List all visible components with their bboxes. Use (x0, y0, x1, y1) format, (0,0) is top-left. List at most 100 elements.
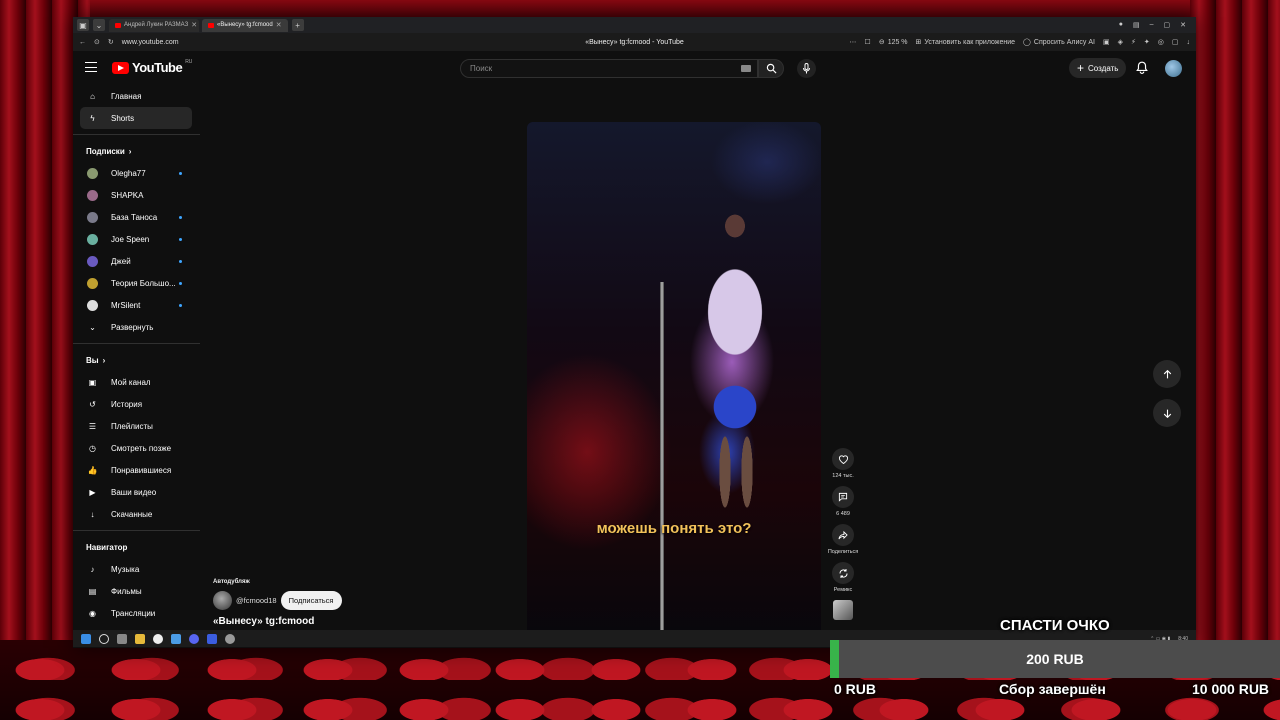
remix-action[interactable]: Ремикс (824, 562, 862, 593)
forward-icon[interactable]: ⊙ (94, 38, 100, 46)
create-button[interactable]: + Создать (1069, 58, 1127, 78)
extension-icon[interactable]: ▣ (1103, 38, 1110, 46)
sidebar-item[interactable]: ▶ Ваши видео (73, 481, 200, 503)
sidebar-item-label: Joe Speen (111, 234, 150, 244)
minimize-button[interactable]: – (1150, 21, 1154, 29)
app-icon[interactable] (171, 633, 181, 644)
install-app-button[interactable]: ⊞ Установить как приложение (916, 38, 1016, 47)
sidebar-item[interactable]: Olegha77 (73, 162, 200, 184)
youtube-page: YouTube RU Поиск + Создать ⌂ Главная ϟ S… (73, 51, 1196, 648)
masthead: YouTube RU Поиск + Создать (73, 51, 1196, 85)
app-icon[interactable] (207, 633, 217, 644)
sidebar-item[interactable]: ◷ Смотреть позже (73, 437, 200, 459)
sidebar-item[interactable]: Теория Большо... (73, 272, 200, 294)
bookmark-icon[interactable]: ☐ (865, 38, 871, 46)
alice-icon: ◯ (1023, 39, 1031, 46)
donation-min: 0 RUB (834, 681, 877, 697)
you-header[interactable]: Вы › (73, 349, 200, 371)
downloads-icon[interactable]: ↓ (1187, 39, 1191, 46)
bookmarks-icon[interactable]: ▤ (1133, 21, 1140, 29)
search-icon[interactable] (99, 633, 109, 644)
ask-alice-button[interactable]: ◯ Спросить Алису AI (1023, 38, 1095, 47)
close-tab-icon[interactable]: ✕ (191, 21, 197, 29)
extension-icon[interactable]: ◈ (1118, 38, 1123, 46)
back-icon[interactable]: ← (79, 39, 86, 46)
expand-button[interactable]: ⌄ Развернуть (73, 316, 200, 338)
tab-bar: ▣ ⌄ Андрей Лукин РАЗМАЗ ✕ «Вынесу» tg:fcmo… (73, 17, 1196, 33)
sidebar-toggle-icon[interactable]: ▣ (77, 19, 89, 31)
sidebar-item-label: SHAPKA (111, 190, 144, 200)
share-button[interactable] (832, 524, 854, 546)
channel-avatar-icon (87, 255, 98, 267)
shorts-player[interactable]: можешь понять это? (527, 122, 821, 646)
profile-icon[interactable]: ● (1119, 21, 1123, 29)
sidebar-item[interactable]: ↓ Скачанные (73, 503, 200, 525)
discord-icon[interactable] (189, 633, 199, 644)
notifications-button[interactable] (1136, 61, 1148, 79)
reload-icon[interactable]: ↻ (108, 38, 114, 46)
like-action[interactable]: 124 тыс. (824, 448, 862, 479)
share-action[interactable]: Поделиться (824, 524, 862, 555)
sidebar-item-label: Мой канал (111, 377, 151, 387)
channel-avatar[interactable] (213, 591, 232, 610)
yandex-browser-icon[interactable] (153, 633, 163, 644)
sidebar-item[interactable]: MrSilent (73, 294, 200, 316)
keyboard-icon[interactable] (741, 65, 751, 72)
youtube-logo[interactable]: YouTube RU (112, 59, 192, 75)
sidebar-item-label: Плейлисты (111, 421, 153, 431)
like-button[interactable] (832, 448, 854, 470)
windows-start-icon[interactable] (81, 633, 91, 644)
donation-progress-bar: 200 RUB (830, 640, 1280, 678)
more-icon[interactable]: ⋯ (850, 38, 857, 46)
comments-action[interactable]: 6 489 (824, 486, 862, 517)
close-button[interactable]: ✕ (1180, 21, 1186, 29)
screenshot-icon[interactable]: ◎ (1158, 38, 1164, 46)
close-tab-icon[interactable]: ✕ (276, 21, 282, 29)
short-title[interactable]: «Вынесу» tg:fcmood (213, 616, 493, 627)
subscriptions-header[interactable]: Подписки › (73, 140, 200, 162)
sidebar-item[interactable]: ♪ Музыка (73, 558, 200, 580)
sidebar-item[interactable]: SHAPKA (73, 184, 200, 206)
sidebar-item[interactable]: ▤ Фильмы (73, 580, 200, 602)
obs-icon[interactable] (225, 633, 235, 644)
previous-short-button[interactable] (1153, 360, 1181, 388)
home-icon: ⌂ (90, 91, 95, 101)
channel-icon: ▣ (88, 377, 97, 387)
extension-icon[interactable]: ⚡ (1131, 38, 1136, 46)
sidebar-item[interactable]: 👍 Понравившиеся (73, 459, 200, 481)
account-avatar[interactable] (1165, 60, 1182, 77)
sidebar-item[interactable]: ⌂ Главная (73, 85, 200, 107)
comments-button[interactable] (832, 486, 854, 508)
sidebar-item[interactable]: База Таноса (73, 206, 200, 228)
collections-icon[interactable]: ▢ (1172, 38, 1179, 46)
sound-thumbnail[interactable] (833, 600, 853, 620)
menu-icon[interactable] (85, 62, 97, 72)
sidebar-item[interactable]: Джей (73, 250, 200, 272)
search-button[interactable] (758, 59, 784, 78)
file-explorer-icon[interactable] (135, 633, 145, 644)
sidebar-item[interactable]: ▣ Мой канал (73, 371, 200, 393)
tabs-menu-icon[interactable]: ⌄ (93, 19, 105, 31)
zoom-indicator[interactable]: ⊖ 125 % (879, 38, 908, 47)
next-short-button[interactable] (1153, 399, 1181, 427)
browser-tab[interactable]: «Вынесу» tg:fcmood ✕ (202, 18, 288, 32)
sidebar-item[interactable]: ◉ Трансляции (73, 602, 200, 624)
browser-tab[interactable]: Андрей Лукин РАЗМАЗ ✕ (109, 18, 199, 32)
search-input[interactable]: Поиск (460, 59, 758, 78)
channel-name[interactable]: @fcmood18 (236, 596, 277, 605)
sidebar-item[interactable]: Joe Speen (73, 228, 200, 250)
task-view-icon[interactable] (117, 633, 127, 644)
voice-search-button[interactable] (797, 59, 816, 78)
sidebar-item[interactable]: ϟ Shorts (80, 107, 192, 129)
url-field[interactable]: www.youtube.com (122, 39, 179, 46)
short-actions: 124 тыс. 6 489 Поделиться Ремикс (824, 448, 862, 620)
new-tab-button[interactable]: + (291, 19, 304, 31)
music-icon: ♪ (90, 564, 95, 574)
sidebar-item[interactable]: ☰ Плейлисты (73, 415, 200, 437)
extensions-icon[interactable]: ✦ (1144, 38, 1150, 46)
subscribe-button[interactable]: Подписаться (280, 591, 342, 610)
remix-button[interactable] (832, 562, 854, 584)
maximize-button[interactable]: ▢ (1164, 21, 1171, 29)
sidebar-item[interactable]: ↺ История (73, 393, 200, 415)
like-count: 124 тыс. (832, 473, 854, 479)
